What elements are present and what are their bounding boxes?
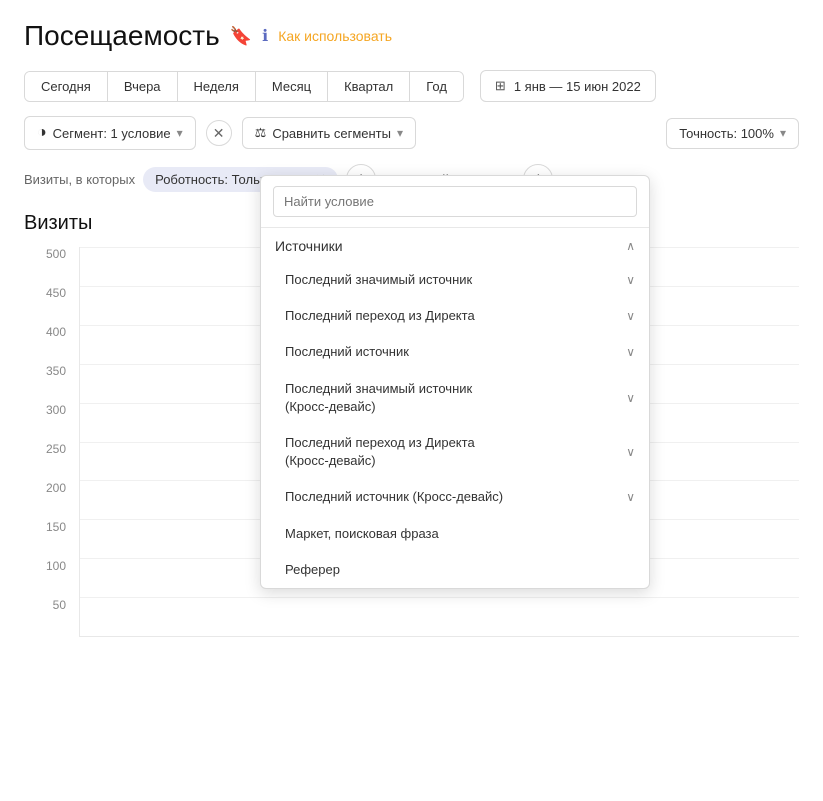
dropdown-item[interactable]: Последний переход из Директа ∨	[261, 298, 649, 334]
y-label-400: 400	[46, 325, 66, 339]
item-chevron-icon: ∨	[626, 445, 635, 459]
dropdown-item[interactable]: Последний значимый источник(Кросс-девайс…	[261, 371, 649, 425]
segment-label: Сегмент: 1 условие	[53, 126, 171, 141]
y-label-350: 350	[46, 364, 66, 378]
date-tabs: Сегодня Вчера Неделя Месяц Квартал Год	[24, 71, 464, 102]
accuracy-chevron-icon: ▾	[780, 126, 786, 140]
dropdown-item[interactable]: Последний переход из Директа(Кросс-девай…	[261, 425, 649, 479]
dropdown-group-header[interactable]: Источники ∧	[261, 228, 649, 262]
date-range-label: 1 янв — 15 июн 2022	[514, 79, 641, 94]
info-icon[interactable]: ℹ	[262, 26, 268, 46]
group-label: Источники	[275, 238, 343, 254]
dropdown-item[interactable]: Последний источник ∨	[261, 334, 649, 370]
dropdown-item[interactable]: Реферер	[261, 552, 649, 588]
y-label-250: 250	[46, 442, 66, 456]
y-label-200: 200	[46, 481, 66, 495]
compare-chevron-icon: ▾	[397, 126, 403, 140]
dropdown-item[interactable]: Последний источник (Кросс-девайс) ∨	[261, 479, 649, 515]
y-label-150: 150	[46, 520, 66, 534]
bookmark-icon[interactable]: 🔖	[230, 26, 252, 47]
dropdown-item-text: Последний переход из Директа	[285, 307, 475, 325]
dropdown-item-text: Последний источник (Кросс-девайс)	[285, 488, 503, 506]
tab-today[interactable]: Сегодня	[25, 72, 108, 101]
item-chevron-icon: ∨	[626, 345, 635, 359]
dropdown-item-text: Последний источник	[285, 343, 409, 361]
accuracy-label: Точность: 100%	[679, 126, 774, 141]
page-title: Посещаемость	[24, 20, 220, 52]
date-tabs-row: Сегодня Вчера Неделя Месяц Квартал Год ⊞…	[24, 70, 799, 102]
grid-line	[80, 636, 799, 637]
dropdown-list[interactable]: Источники∧Последний значимый источник∨По…	[261, 228, 649, 588]
compare-label: Сравнить сегменты	[272, 126, 391, 141]
dropdown-item[interactable]: Последний значимый источник ∨	[261, 262, 649, 298]
dropdown-overlay: Источники∧Последний значимый источник∨По…	[260, 175, 650, 589]
item-chevron-icon: ∨	[626, 309, 635, 323]
group-chevron-up-icon: ∧	[626, 239, 635, 253]
dropdown-item-text: Последний переход из Директа(Кросс-девай…	[285, 434, 475, 470]
filters-row: ◑ Сегмент: 1 условие ▾ ✕ ⚖ Сравнить сегм…	[24, 116, 799, 150]
dropdown-item-text: Последний значимый источник	[285, 271, 472, 289]
page-container: Посещаемость 🔖 ℹ Как использовать Сегодн…	[0, 0, 823, 687]
search-input[interactable]	[273, 186, 637, 217]
tab-year[interactable]: Год	[410, 72, 463, 101]
tab-week[interactable]: Неделя	[178, 72, 256, 101]
segment-button[interactable]: ◑ Сегмент: 1 условие ▾	[24, 116, 196, 150]
dropdown-item-text: Последний значимый источник(Кросс-девайс…	[285, 380, 472, 416]
y-label-450: 450	[46, 286, 66, 300]
item-chevron-icon: ∨	[626, 490, 635, 504]
segment-icon: ◑	[37, 124, 47, 142]
dropdown-item-text: Реферер	[285, 561, 340, 579]
y-label-100: 100	[46, 559, 66, 573]
close-filter-button[interactable]: ✕	[206, 120, 232, 146]
y-label-500: 500	[46, 247, 66, 261]
compare-icon: ⚖	[255, 125, 267, 141]
date-range-button[interactable]: ⊞ 1 янв — 15 июн 2022	[480, 70, 656, 102]
dropdown-item-text: Маркет, поисковая фраза	[285, 525, 439, 543]
conditions-prefix: Визиты, в которых	[24, 172, 135, 187]
segment-chevron-icon: ▾	[177, 126, 183, 140]
tab-yesterday[interactable]: Вчера	[108, 72, 178, 101]
chart-y-axis: 500 450 400 350 300 250 200 150 100 50	[24, 247, 74, 637]
item-chevron-icon: ∨	[626, 391, 635, 405]
compare-button[interactable]: ⚖ Сравнить сегменты ▾	[242, 117, 416, 149]
tab-month[interactable]: Месяц	[256, 72, 328, 101]
y-label-50: 50	[53, 598, 66, 612]
accuracy-button[interactable]: Точность: 100% ▾	[666, 118, 799, 149]
dropdown-item[interactable]: Маркет, поисковая фраза	[261, 516, 649, 552]
calendar-icon: ⊞	[495, 78, 506, 94]
dropdown-search	[261, 176, 649, 228]
help-link[interactable]: Как использовать	[278, 28, 392, 44]
page-header: Посещаемость 🔖 ℹ Как использовать	[24, 20, 799, 52]
y-label-300: 300	[46, 403, 66, 417]
tab-quarter[interactable]: Квартал	[328, 72, 410, 101]
item-chevron-icon: ∨	[626, 273, 635, 287]
